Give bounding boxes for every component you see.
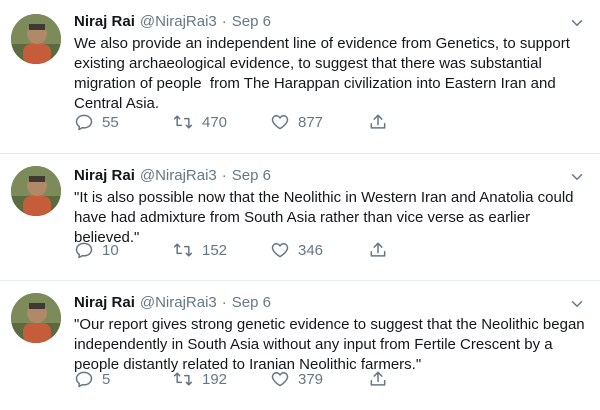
author-handle[interactable]: @NirajRai3 [140, 166, 217, 186]
reply-button[interactable]: 10 [74, 240, 119, 260]
reply-count: 55 [102, 113, 119, 131]
avatar[interactable] [11, 166, 61, 216]
tweet[interactable]: Niraj Rai @NirajRai3 · Sep 6 "It is also… [0, 154, 600, 281]
reply-icon [75, 114, 93, 131]
like-button[interactable]: 379 [270, 369, 323, 389]
author-name[interactable]: Niraj Rai [74, 293, 135, 313]
separator-dot: · [221, 167, 227, 184]
avatar[interactable] [11, 293, 61, 343]
share-button[interactable] [368, 112, 388, 132]
chevron-down-icon[interactable] [568, 295, 586, 313]
separator-dot: · [221, 13, 227, 30]
tweet[interactable]: Niraj Rai @NirajRai3 · Sep 6 "Our report… [0, 281, 600, 410]
reply-icon [75, 371, 93, 388]
share-button[interactable] [368, 369, 388, 389]
retweet-count: 192 [202, 370, 228, 388]
heart-icon [271, 243, 289, 258]
reply-count: 5 [102, 370, 111, 388]
author-name[interactable]: Niraj Rai [74, 166, 135, 186]
tweet-date[interactable]: Sep 6 [232, 12, 271, 32]
retweet-count: 470 [202, 113, 228, 131]
share-button[interactable] [368, 240, 388, 260]
like-count: 379 [298, 370, 324, 388]
retweet-button[interactable]: 470 [172, 112, 227, 132]
retweet-count: 152 [202, 241, 228, 259]
tweet-date[interactable]: Sep 6 [232, 293, 271, 313]
heart-icon [271, 372, 289, 387]
retweet-icon [173, 115, 193, 129]
reply-button[interactable]: 55 [74, 112, 119, 132]
tweet-text: We also provide an independent line of e… [74, 35, 575, 112]
heart-icon [271, 115, 289, 130]
retweet-button[interactable]: 152 [172, 240, 227, 260]
retweet-icon [173, 243, 193, 257]
retweet-icon [173, 372, 193, 386]
tweet-timeline: Niraj Rai @NirajRai3 · Sep 6 We also pro… [0, 0, 600, 410]
author-name[interactable]: Niraj Rai [74, 12, 135, 32]
tweet-text: "Our report gives strong genetic evidenc… [74, 316, 589, 373]
chevron-down-icon[interactable] [568, 14, 586, 32]
avatar[interactable] [11, 14, 61, 64]
share-icon [370, 114, 386, 129]
separator-dot: · [221, 294, 227, 311]
author-handle[interactable]: @NirajRai3 [140, 293, 217, 313]
like-button[interactable]: 346 [270, 240, 323, 260]
like-count: 346 [298, 241, 324, 259]
share-icon [370, 242, 386, 257]
reply-icon [75, 242, 93, 259]
like-button[interactable]: 877 [270, 112, 323, 132]
retweet-button[interactable]: 192 [172, 369, 227, 389]
share-icon [370, 371, 386, 386]
author-handle[interactable]: @NirajRai3 [140, 12, 217, 32]
tweet-date[interactable]: Sep 6 [232, 166, 271, 186]
tweet-text: "It is also possible now that the Neolit… [74, 189, 578, 246]
tweet[interactable]: Niraj Rai @NirajRai3 · Sep 6 We also pro… [0, 0, 600, 154]
like-count: 877 [298, 113, 324, 131]
reply-count: 10 [102, 241, 119, 259]
chevron-down-icon[interactable] [568, 168, 586, 186]
reply-button[interactable]: 5 [74, 369, 110, 389]
